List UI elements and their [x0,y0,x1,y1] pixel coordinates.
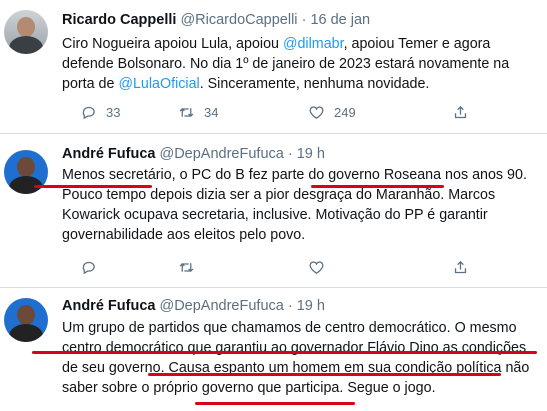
avatar[interactable] [4,298,48,342]
author-handle[interactable]: @RicardoCappelli [180,12,297,28]
separator: · [301,12,307,28]
like-icon [309,106,324,119]
tweet-text: Ciro Nogueira apoiou Lula, apoiou @dilma… [62,34,532,94]
text-part: . Sinceramente, nenhuma novidade. [199,76,430,92]
tweet-date[interactable]: 19 h [297,298,325,314]
share-icon [454,260,467,274]
reply-button[interactable] [80,259,97,276]
like-icon [309,261,324,274]
separator: · [287,298,293,314]
highlight-underline [32,351,537,354]
tweet-text: Menos secretário, o PC do B fez parte do… [62,167,527,243]
retweet-button[interactable]: 34 [178,104,218,121]
tweet-header: André Fufuca @DepAndreFufuca · 19 h [62,146,325,162]
author-name[interactable]: Ricardo Cappelli [62,12,176,28]
tweet-actions [62,259,532,279]
highlight-underline [195,402,355,405]
tweet-andre-fufuca-1[interactable]: André Fufuca @DepAndreFufuca · 19 h Meno… [0,134,547,286]
share-icon [454,105,467,119]
author-name[interactable]: André Fufuca [62,298,155,314]
reply-icon [82,261,95,275]
mention-lulaoficial[interactable]: @LulaOficial [118,76,199,92]
tweet-andre-fufuca-2[interactable]: André Fufuca @DepAndreFufuca · 19 h Um g… [0,288,547,411]
reply-count: 33 [106,105,121,120]
retweet-icon [179,108,194,117]
author-name[interactable]: André Fufuca [62,146,155,162]
like-button[interactable]: 249 [308,104,356,121]
tweet-ricardo-cappelli[interactable]: Ricardo Cappelli @RicardoCappelli · 16 d… [0,0,547,132]
author-handle[interactable]: @DepAndreFufuca [159,298,283,314]
share-button[interactable] [452,104,469,121]
highlight-underline [34,185,152,188]
reply-icon [82,106,95,120]
retweet-button[interactable] [178,259,195,276]
retweet-icon [179,263,194,272]
highlight-underline [148,373,501,376]
mention-dilmabr[interactable]: @dilmabr [283,36,344,52]
avatar[interactable] [4,10,48,54]
separator: · [287,146,293,162]
reply-button[interactable]: 33 [80,104,120,121]
highlight-underline [311,185,444,188]
tweet-header: Ricardo Cappelli @RicardoCappelli · 16 d… [62,12,370,28]
like-count: 249 [334,105,356,120]
share-button[interactable] [452,259,469,276]
tweet-text: Um grupo de partidos que chamamos de cen… [62,320,530,396]
tweet-actions: 33 34 249 [62,104,532,124]
author-handle[interactable]: @DepAndreFufuca [159,146,283,162]
tweet-header: André Fufuca @DepAndreFufuca · 19 h [62,298,325,314]
retweet-count: 34 [204,105,219,120]
tweet-date[interactable]: 19 h [297,146,325,162]
like-button[interactable] [308,259,325,276]
tweet-date[interactable]: 16 de jan [310,12,370,28]
text-part: Ciro Nogueira apoiou Lula, apoiou [62,36,283,52]
